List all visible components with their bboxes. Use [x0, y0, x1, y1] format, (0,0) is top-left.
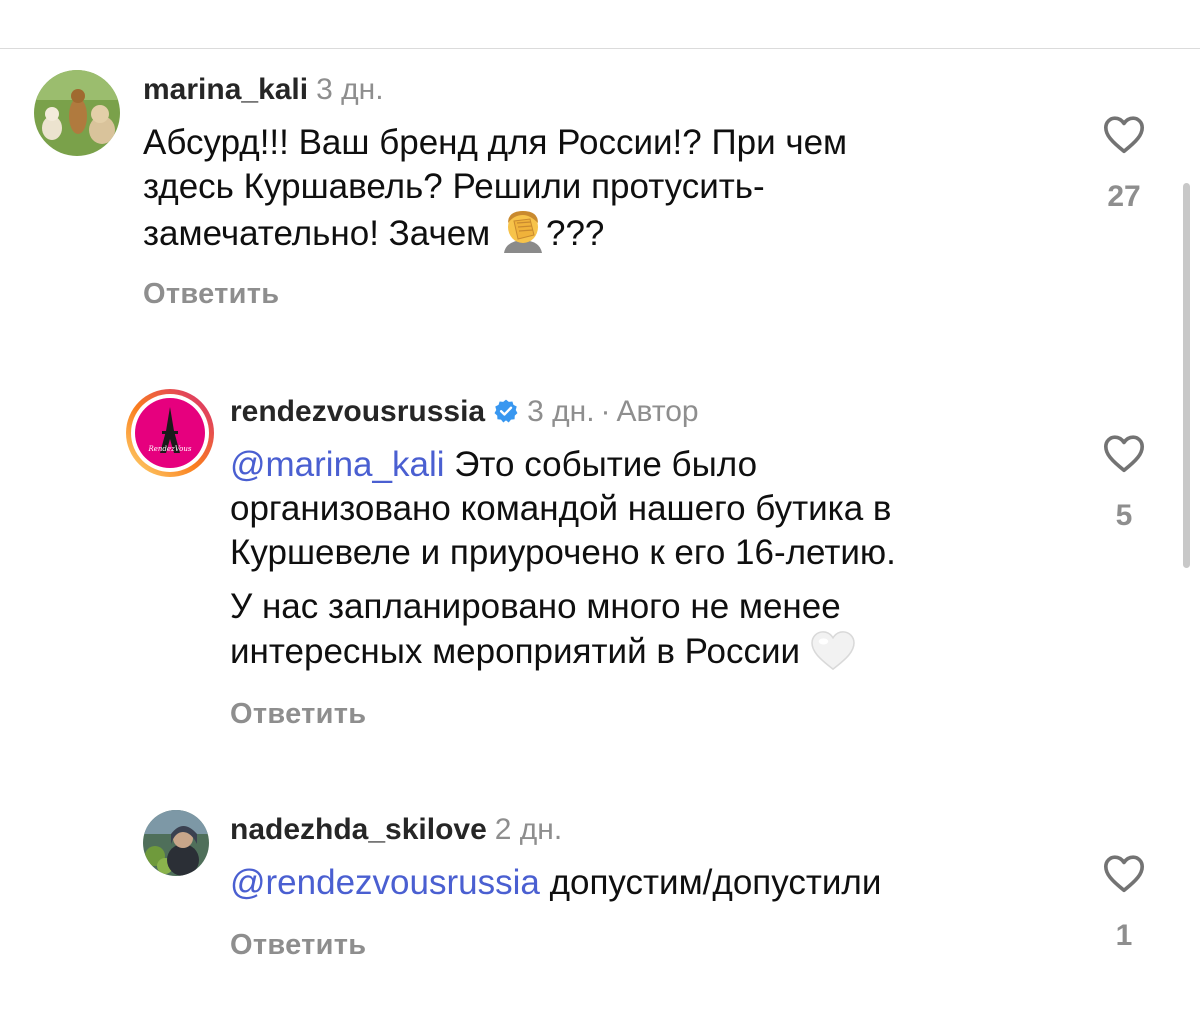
comment-line: Это событие было	[454, 445, 758, 484]
like-count: 5	[1115, 499, 1133, 532]
comment-header: nadezhda_skilove 2 дн.	[230, 813, 562, 847]
comment-header: marina_kali 3 дн.	[143, 73, 384, 107]
comment-line: организовано командой нашего бутика в	[230, 489, 892, 528]
username[interactable]: nadezhda_skilove	[230, 813, 487, 846]
like-control: 5	[1094, 433, 1154, 533]
author-label: Автор	[616, 395, 699, 428]
like-count: 27	[1107, 180, 1141, 213]
heart-icon[interactable]	[1102, 433, 1146, 473]
reply-button[interactable]: Ответить	[230, 929, 366, 962]
white-heart-emoji	[810, 629, 856, 682]
like-control: 27	[1094, 114, 1154, 214]
scrollbar[interactable]	[1183, 183, 1190, 568]
verified-badge-icon	[493, 398, 519, 432]
top-divider	[0, 48, 1200, 49]
like-control: 1	[1094, 853, 1154, 953]
comment-line-tail: ???	[545, 214, 605, 253]
comment-line: интересных мероприятий в России	[230, 632, 801, 671]
logo-text: RendezVous	[148, 445, 192, 453]
comment-body: @rendezvousrussia допустим/допустили	[230, 861, 1070, 905]
comment-paragraph-1: @marina_kali Это событие было организова…	[230, 443, 1130, 575]
reply-button[interactable]: Ответить	[230, 698, 366, 731]
face-palm-emoji	[500, 209, 546, 264]
comment-header: rendezvousrussia 3 дн. · Автор	[230, 395, 699, 432]
username[interactable]: marina_kali	[143, 73, 308, 106]
comment-paragraph-2: У нас запланировано много не менее интер…	[230, 585, 1130, 682]
mention-link[interactable]: @rendezvousrussia	[230, 863, 540, 902]
dogs-photo-avatar[interactable]	[34, 70, 120, 156]
username[interactable]: rendezvousrussia	[230, 395, 485, 428]
heart-icon[interactable]	[1102, 114, 1146, 154]
comment-time: 2 дн.	[494, 813, 563, 846]
comment-text: @marina_kali Это событие было организова…	[230, 443, 1130, 682]
comment-line: Абсурд!!! Ваш бренд для России!? При чем	[143, 123, 848, 162]
comment-text: Абсурд!!! Ваш бренд для России!? При чем…	[143, 121, 1043, 264]
user-photo-avatar[interactable]	[143, 810, 209, 876]
mention-link[interactable]: @marina_kali	[230, 445, 445, 484]
comment-body: Абсурд!!! Ваш бренд для России!? При чем…	[143, 121, 1043, 264]
comment-time: 3 дн.	[316, 73, 384, 106]
reply-button[interactable]: Ответить	[143, 278, 279, 311]
heart-icon[interactable]	[1102, 853, 1146, 893]
comment-line: замечательно! Зачем	[143, 214, 491, 253]
separator-dot: ·	[600, 395, 611, 428]
like-count: 1	[1115, 919, 1133, 952]
comment-line: здесь Куршавель? Решили протусить-	[143, 167, 765, 206]
rendezvous-logo-avatar[interactable]: RendezVous	[124, 387, 216, 479]
comment-line: У нас запланировано много не менее	[230, 587, 841, 626]
comment-line: допустим/допустили	[549, 863, 882, 902]
comment-time: 3 дн.	[527, 395, 595, 428]
comment-text: @rendezvousrussia допустим/допустили	[230, 861, 1070, 905]
comment-line: Куршевеле и приурочено к его 16-летию.	[230, 533, 896, 572]
